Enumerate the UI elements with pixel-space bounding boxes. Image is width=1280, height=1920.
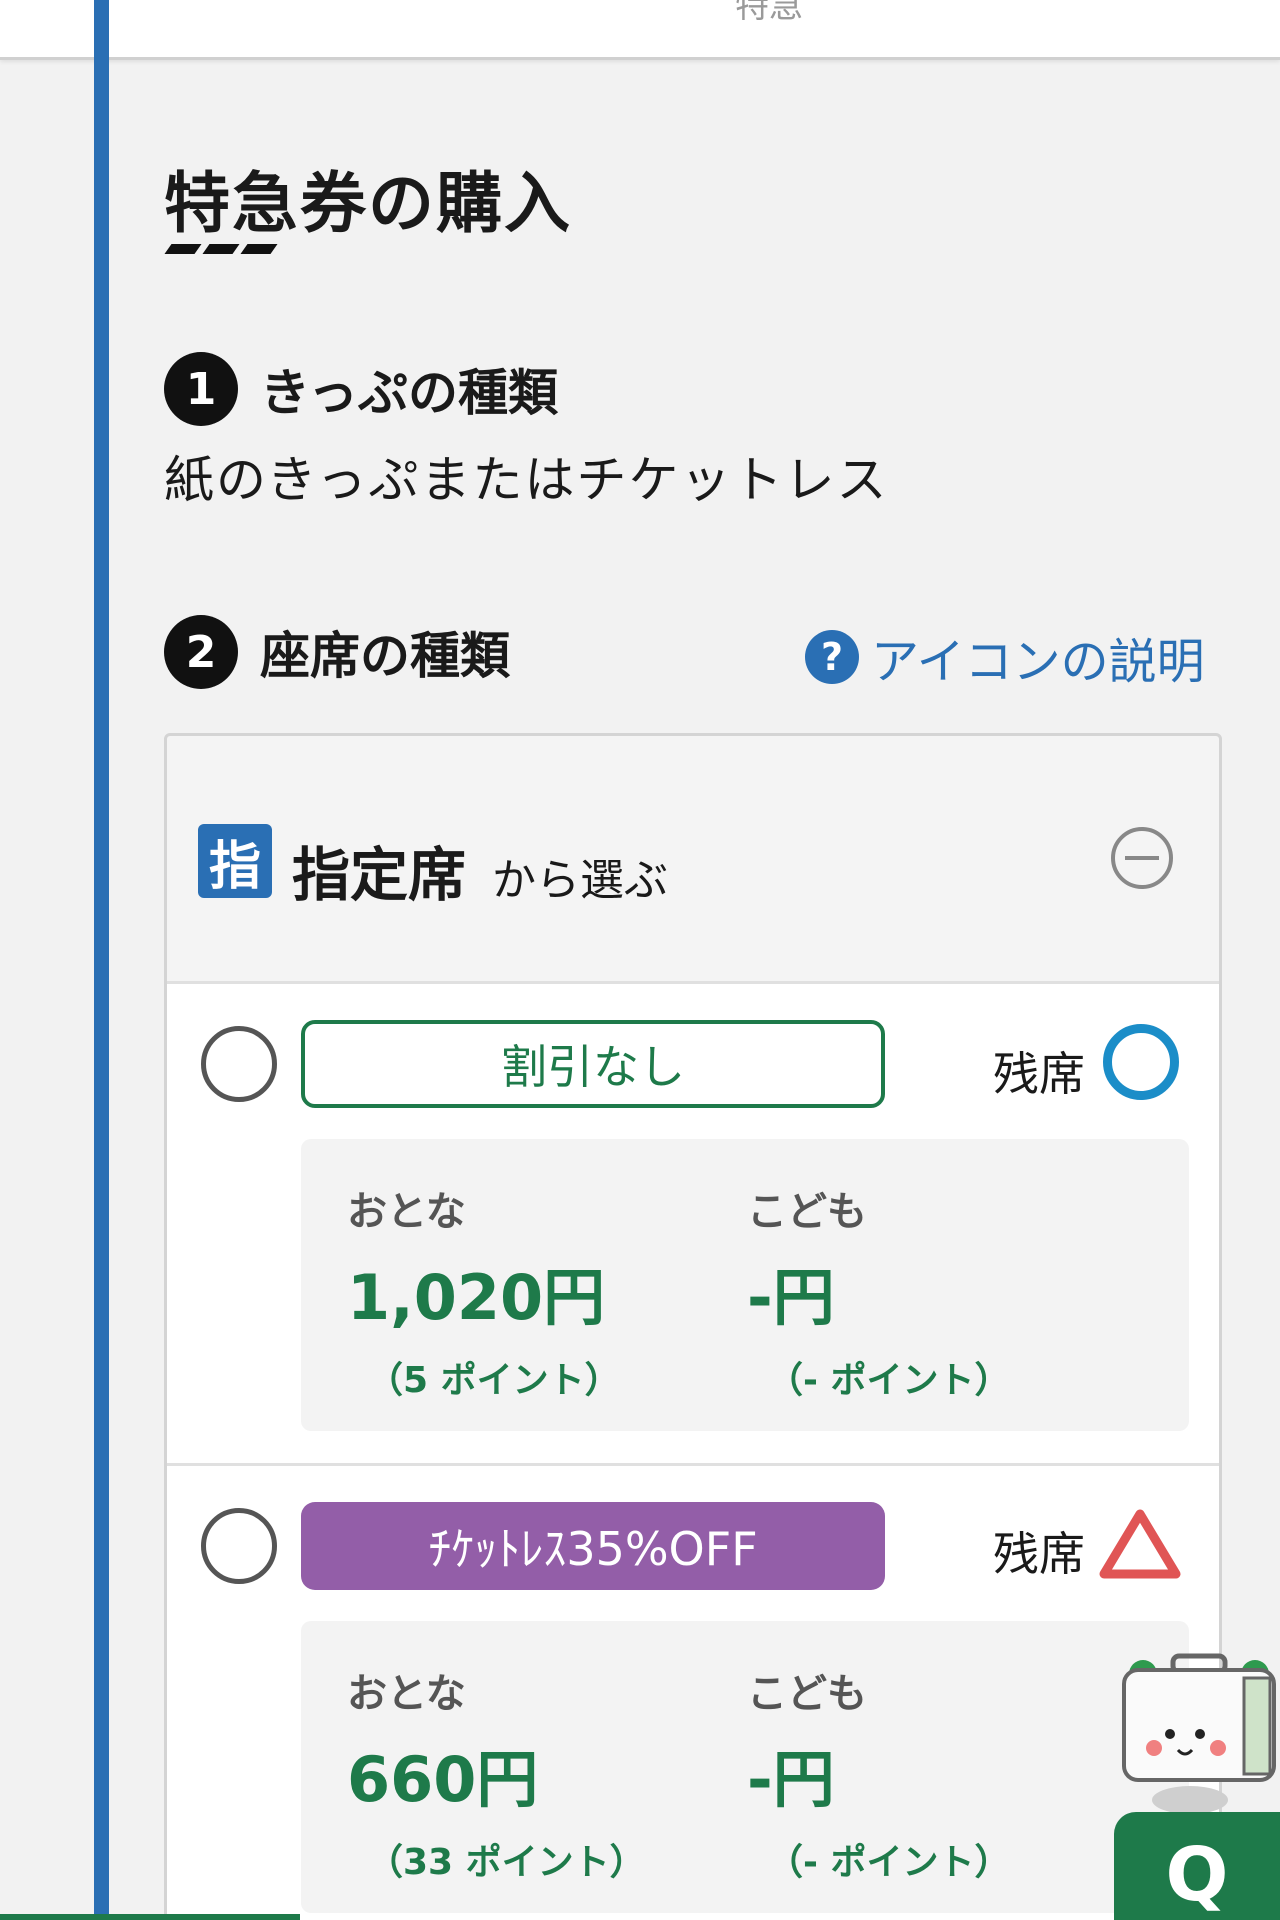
child-price-value: -円: [747, 1261, 835, 1334]
question-icon: ?: [805, 630, 859, 684]
child-price-value: -円: [747, 1743, 835, 1816]
adult-price-value: 1,020円: [347, 1261, 606, 1334]
adult-price: おとな 660円 （33 ポイント）: [347, 1661, 646, 1885]
adult-price: おとな 1,020円 （5 ポイント）: [347, 1179, 621, 1403]
top-header: 特急: [0, 0, 1280, 60]
mascot-icon[interactable]: [1118, 1652, 1280, 1822]
bottom-progress-bar: [0, 1914, 300, 1920]
progress-line: [94, 0, 109, 1920]
chat-button[interactable]: Q: [1114, 1812, 1280, 1920]
fare-radio[interactable]: [201, 1026, 277, 1102]
step-seat-type: 2 座席の種類: [164, 615, 510, 689]
step-label: 座席の種類: [260, 627, 510, 685]
adult-label: おとな: [347, 1671, 466, 1717]
triangle-few-icon: [1099, 1509, 1181, 1579]
child-label: こども: [747, 1189, 867, 1235]
title-dash: [202, 244, 240, 254]
title-dash: [164, 244, 202, 254]
fare-plan-tag: 割引なし: [301, 1020, 885, 1108]
fare-radio[interactable]: [201, 1508, 277, 1584]
child-price: こども -円 （- ポイント）: [747, 1661, 1010, 1885]
child-points: （- ポイント）: [767, 1842, 1011, 1883]
adult-points: （5 ポイント）: [367, 1360, 621, 1401]
fare-option-row[interactable]: ﾁｹｯﾄﾚｽ35%OFF 残席 おとな 660円 （33 ポイント） こども -…: [167, 1463, 1219, 1920]
header-peek-text: 特急: [735, 0, 803, 26]
reserved-seat-panel: 指 指定席 から選ぶ 割引なし 残席 おとな 1,020円 （5 ポイント） こ…: [164, 733, 1222, 1920]
fare-plan-tag: ﾁｹｯﾄﾚｽ35%OFF: [301, 1502, 885, 1590]
circle-available-icon: [1103, 1024, 1179, 1100]
child-price: こども -円 （- ポイント）: [747, 1179, 1010, 1403]
reserved-seat-header[interactable]: 指 指定席 から選ぶ: [167, 736, 1219, 981]
child-points: （- ポイント）: [767, 1360, 1011, 1401]
step-number-badge: 2: [164, 615, 238, 689]
step-ticket-type: 1 きっぷの種類: [164, 352, 558, 426]
availability-label: 残席: [993, 1527, 1085, 1581]
adult-price-value: 660円: [347, 1743, 539, 1816]
adult-points: （33 ポイント）: [367, 1842, 646, 1883]
fare-option-row[interactable]: 割引なし 残席 おとな 1,020円 （5 ポイント） こども -円 （- ポイ…: [167, 981, 1219, 1463]
child-label: こども: [747, 1671, 867, 1717]
step-number-badge: 1: [164, 352, 238, 426]
step-label: きっぷの種類: [260, 364, 558, 422]
price-box: おとな 1,020円 （5 ポイント） こども -円 （- ポイント）: [301, 1139, 1189, 1431]
availability-label: 残席: [993, 1047, 1085, 1101]
page-title: 特急券の購入: [164, 165, 572, 242]
price-box: おとな 660円 （33 ポイント） こども -円 （- ポイント）: [301, 1621, 1189, 1913]
help-link-label: アイコンの説明: [871, 634, 1205, 690]
title-dash: [240, 244, 278, 254]
icon-help-link[interactable]: ? アイコンの説明: [805, 622, 1205, 692]
seat-type-sub: から選ぶ: [492, 855, 668, 906]
seat-type-label: 指定席: [292, 841, 467, 909]
adult-label: おとな: [347, 1189, 466, 1235]
minus-circle-icon[interactable]: [1111, 827, 1173, 889]
reserved-seat-badge-icon: 指: [198, 824, 272, 898]
ticket-type-value: 紙のきっぷまたはチケットレス: [164, 451, 889, 509]
